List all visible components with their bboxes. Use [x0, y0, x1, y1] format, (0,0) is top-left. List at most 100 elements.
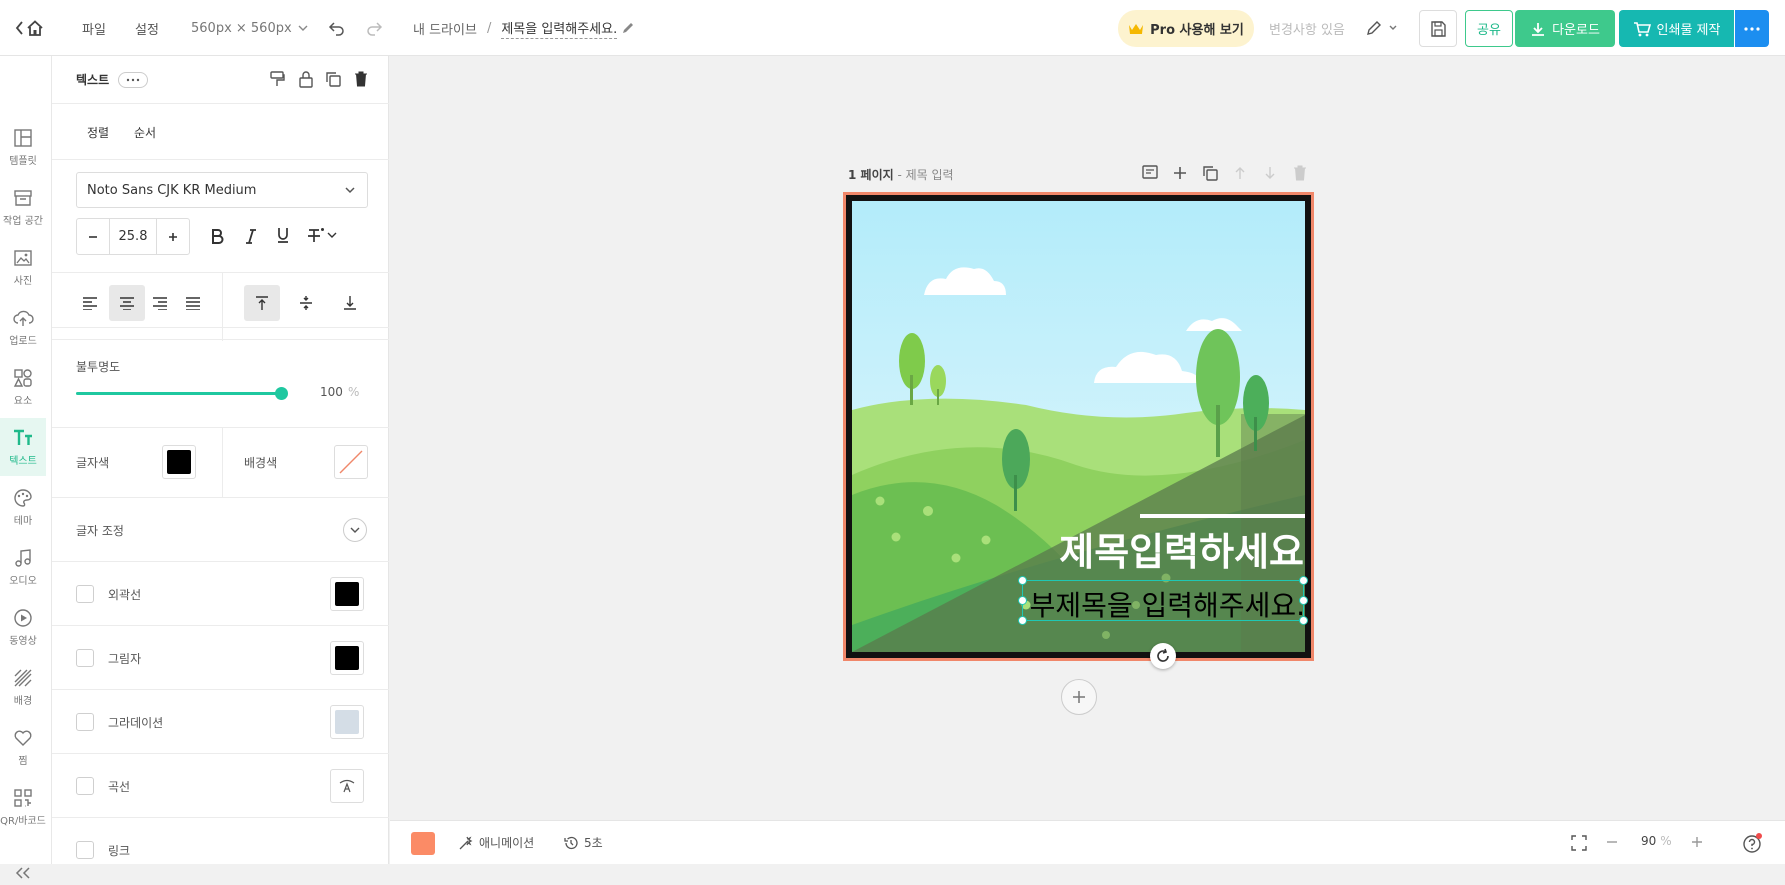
undo-button[interactable] [328, 0, 346, 56]
italic-toggle[interactable] [242, 227, 260, 245]
floppy-icon [1431, 20, 1446, 37]
opacity-slider-fill [76, 392, 281, 395]
rotate-handle[interactable] [1150, 643, 1176, 669]
delete-button[interactable] [352, 70, 370, 88]
resize-handle[interactable] [1018, 576, 1027, 585]
breadcrumb-root[interactable]: 내 드라이브 [413, 19, 477, 38]
align-left-button[interactable] [72, 285, 108, 321]
print-order-button[interactable]: 인쇄물 제작 [1619, 10, 1734, 47]
rail-item-audio[interactable]: 오디오 [0, 538, 46, 596]
minus-icon [89, 235, 97, 238]
text-color-swatch[interactable] [162, 445, 196, 479]
resize-handle[interactable] [1018, 596, 1027, 605]
edit-mode-dropdown[interactable] [1365, 0, 1399, 56]
share-button[interactable]: 공유 [1465, 10, 1513, 47]
outline-color-swatch[interactable] [330, 577, 364, 611]
opacity-slider[interactable] [76, 387, 288, 400]
rail-label: 오디오 [9, 575, 37, 587]
resize-handle[interactable] [1299, 596, 1308, 605]
tab-order[interactable]: 순서 [134, 124, 156, 141]
rail-item-workspace[interactable]: 작업 공간 [0, 178, 46, 236]
bold-toggle[interactable] [208, 227, 226, 245]
animation-button[interactable]: 애니메이션 [458, 834, 534, 851]
subtitle-text-box[interactable]: 부제목을 입력해주세요. [1018, 576, 1308, 625]
collapse-panel-button[interactable] [0, 865, 46, 885]
font-family-select[interactable]: Noto Sans CJK KR Medium [76, 172, 368, 208]
menu-settings[interactable]: 설정 [135, 0, 159, 56]
page-name-label[interactable]: - 제목 입력 [894, 168, 953, 182]
fullscreen-button[interactable] [1571, 835, 1587, 851]
valign-middle-button[interactable] [288, 285, 324, 321]
page-color-chip[interactable] [411, 832, 435, 855]
align-right-button[interactable] [142, 285, 178, 321]
rail-label: 테마 [13, 515, 33, 527]
rail-item-photo[interactable]: 사진 [0, 238, 46, 296]
curve-settings-button[interactable] [330, 769, 364, 803]
duration-button[interactable]: 5초 [563, 834, 603, 851]
duplicate-button[interactable] [324, 70, 342, 88]
zoom-in-button[interactable] [1690, 835, 1704, 849]
lock-button[interactable] [297, 70, 315, 88]
download-button[interactable]: 다운로드 [1515, 10, 1615, 47]
delete-page-button[interactable] [1291, 164, 1309, 182]
tab-align[interactable]: 정렬 [87, 124, 109, 141]
shadow-checkbox[interactable] [76, 649, 94, 667]
bg-color-swatch[interactable] [334, 445, 368, 479]
pro-trial-button[interactable]: Pro 사용해 보기 [1118, 10, 1254, 47]
move-page-down-button[interactable] [1261, 164, 1279, 182]
link-checkbox[interactable] [76, 841, 94, 859]
home-button[interactable] [14, 0, 44, 56]
document-title[interactable]: 제목을 입력해주세요. [501, 18, 618, 39]
rail-item-qr[interactable]: QR/바코드 [0, 778, 46, 836]
rail-item-upload[interactable]: 업로드 [0, 298, 46, 356]
outline-checkbox[interactable] [76, 585, 94, 603]
valign-bottom-button[interactable] [332, 285, 368, 321]
font-size-value[interactable]: 25.8 [110, 219, 156, 254]
subtitle-text: 부제목을 입력해주세요. [1029, 589, 1305, 622]
panel-more-button[interactable] [118, 72, 148, 88]
title-text-box[interactable]: 제목입력하세요 [1059, 521, 1304, 576]
resize-handle[interactable] [1299, 576, 1308, 585]
add-page-bottom-button[interactable] [1061, 679, 1097, 715]
save-button[interactable] [1419, 10, 1457, 47]
zoom-out-button[interactable] [1605, 835, 1619, 849]
resize-handle[interactable] [1299, 616, 1308, 625]
rail-item-theme[interactable]: 테마 [0, 478, 46, 536]
rail-item-elements[interactable]: 요소 [0, 358, 46, 416]
zoom-level[interactable]: 90 % [1641, 834, 1672, 848]
gradient-checkbox[interactable] [76, 713, 94, 731]
align-justify-icon [186, 297, 200, 310]
valign-top-button[interactable] [244, 285, 280, 321]
help-button[interactable] [1742, 832, 1764, 854]
shadow-color-swatch[interactable] [330, 641, 364, 675]
align-justify-button[interactable] [175, 285, 211, 321]
rail-item-text[interactable]: 텍스트 [0, 418, 46, 476]
page-memo-button[interactable] [1141, 164, 1159, 182]
move-page-up-button[interactable] [1231, 164, 1249, 182]
add-page-button[interactable] [1171, 164, 1189, 182]
resize-handle[interactable] [1018, 616, 1027, 625]
share-label: 공유 [1477, 23, 1501, 38]
expand-button[interactable] [343, 518, 367, 542]
redo-button[interactable] [365, 0, 383, 56]
text-adjust-section[interactable]: 글자 조정 [52, 498, 389, 562]
rail-item-template[interactable]: 템플릿 [0, 118, 46, 176]
font-size-decrease[interactable] [77, 219, 110, 254]
strikethrough-dropdown[interactable] [306, 226, 338, 244]
size-dropdown[interactable]: 560px × 560px [191, 0, 310, 56]
pencil-icon[interactable] [621, 21, 635, 35]
menu-file[interactable]: 파일 [82, 0, 106, 56]
opacity-value[interactable]: 100 [320, 385, 343, 399]
font-size-increase[interactable] [156, 219, 189, 254]
gradient-color-swatch[interactable] [330, 705, 364, 739]
rail-item-video[interactable]: 동영상 [0, 598, 46, 656]
opacity-slider-thumb[interactable] [275, 387, 288, 400]
align-center-button[interactable] [109, 285, 145, 321]
curve-checkbox[interactable] [76, 777, 94, 795]
underline-toggle[interactable] [274, 226, 292, 244]
more-menu-button[interactable] [1735, 10, 1769, 47]
rail-item-background[interactable]: 배경 [0, 658, 46, 716]
duplicate-page-button[interactable] [1201, 164, 1219, 182]
copy-style-button[interactable] [268, 70, 286, 88]
rail-item-favorites[interactable]: 찜 [0, 718, 46, 776]
